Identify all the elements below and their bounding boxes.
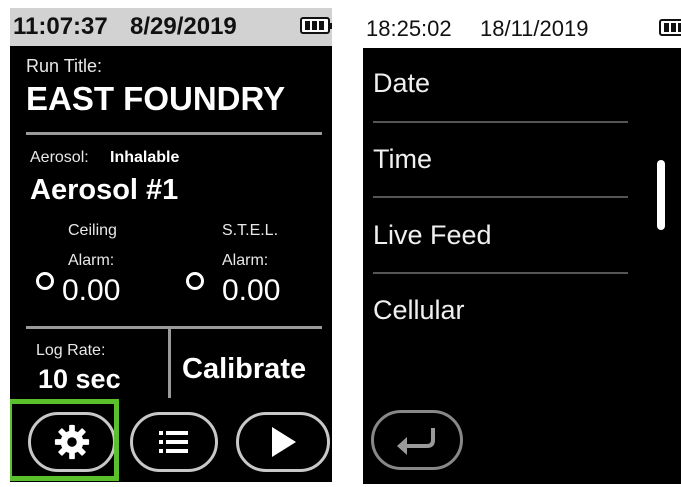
list-icon xyxy=(159,431,188,453)
ceiling-alarm-label: Alarm: xyxy=(68,252,115,269)
battery-icon xyxy=(659,19,681,36)
menu-divider xyxy=(373,272,628,274)
divider xyxy=(26,132,322,135)
play-button[interactable] xyxy=(236,412,330,472)
divider xyxy=(26,326,322,329)
left-device-screen: 11:07:37 8/29/2019 Run Title: EAST FOUND… xyxy=(10,8,332,482)
calibrate-button[interactable]: Calibrate xyxy=(182,353,306,386)
back-button[interactable] xyxy=(371,410,463,470)
log-rate-label: Log Rate: xyxy=(36,342,106,359)
ceiling-radio[interactable] xyxy=(36,272,54,290)
status-date: 8/29/2019 xyxy=(130,13,237,40)
aerosol-label: Aerosol: xyxy=(30,149,89,166)
run-title-value[interactable]: EAST FOUNDRY xyxy=(26,80,285,118)
scrollbar[interactable] xyxy=(657,160,665,230)
aerosol-name[interactable]: Aerosol #1 xyxy=(30,174,178,207)
list-button[interactable] xyxy=(130,412,218,472)
run-title-label: Run Title: xyxy=(26,56,103,76)
log-rate-value[interactable]: 10 sec xyxy=(38,364,121,395)
status-date: 18/11/2019 xyxy=(480,16,589,41)
menu-divider xyxy=(373,196,628,198)
menu-item-cellular[interactable]: Cellular xyxy=(373,295,465,326)
aerosol-type: Inhalable xyxy=(110,149,180,166)
status-bar: 11:07:37 8/29/2019 xyxy=(10,8,332,46)
status-time: 11:07:37 xyxy=(13,13,108,40)
back-arrow-icon xyxy=(397,428,435,455)
ceiling-label: Ceiling xyxy=(68,222,117,239)
battery-icon xyxy=(300,17,332,34)
right-device-screen: 18:25:02 18/11/2019 Date Time Live Feed … xyxy=(363,10,681,484)
menu-item-date[interactable]: Date xyxy=(373,68,430,99)
menu-divider xyxy=(373,121,628,123)
stel-label: S.T.E.L. xyxy=(222,222,279,239)
stel-alarm-label: Alarm: xyxy=(222,252,269,269)
ceiling-alarm-value: 0.00 xyxy=(62,274,121,307)
stel-radio[interactable] xyxy=(186,272,204,290)
status-bar: 18:25:02 18/11/2019 xyxy=(363,10,681,48)
divider-vertical xyxy=(168,328,171,398)
highlight-box xyxy=(10,399,119,481)
play-icon xyxy=(272,427,296,457)
stel-alarm-value: 0.00 xyxy=(222,274,281,307)
menu-item-time[interactable]: Time xyxy=(373,144,432,175)
status-time: 18:25:02 xyxy=(366,16,452,41)
menu-item-live-feed[interactable]: Live Feed xyxy=(373,220,492,251)
